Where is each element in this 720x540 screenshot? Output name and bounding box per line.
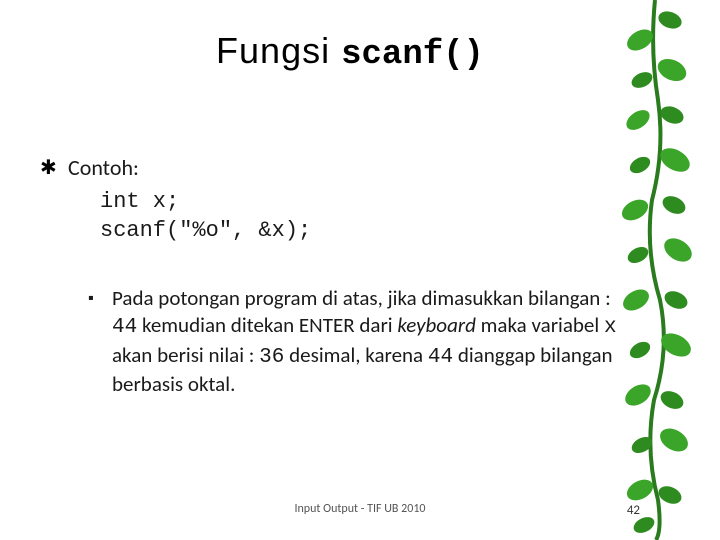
- keyword-keyboard: keyboard: [397, 312, 476, 338]
- txt: Pada potongan program di atas, jika dima…: [112, 285, 611, 311]
- txt: maka variabel: [476, 312, 604, 338]
- num: 36: [259, 346, 284, 369]
- num: 44: [428, 346, 453, 369]
- slide-title: Fungsi scanf(): [40, 30, 660, 74]
- code-line-2: scanf("%o", &x);: [100, 217, 660, 246]
- txt: kemudian ditekan ENTER dari: [137, 312, 397, 338]
- code-line-1: int x;: [100, 188, 660, 217]
- num: 44: [112, 316, 137, 339]
- page-number: 42: [627, 503, 640, 518]
- asterisk-icon: ✱: [40, 154, 68, 182]
- code-example: int x; scanf("%o", &x);: [100, 188, 660, 245]
- title-mono: scanf(): [341, 36, 484, 74]
- var-x: x: [604, 316, 617, 339]
- main-bullet: ✱ Contoh:: [40, 154, 660, 182]
- sub-bullet: ▪ Pada potongan program di atas, jika di…: [88, 285, 660, 398]
- title-prefix: Fungsi: [216, 30, 341, 71]
- square-bullet-icon: ▪: [88, 285, 112, 313]
- main-bullet-label: Contoh:: [68, 154, 660, 181]
- txt: desimal, karena: [284, 342, 427, 368]
- sub-bullet-text: Pada potongan program di atas, jika dima…: [112, 285, 660, 398]
- txt: akan berisi nilai :: [112, 342, 259, 368]
- footer-text: Input Output - TIF UB 2010: [0, 502, 720, 516]
